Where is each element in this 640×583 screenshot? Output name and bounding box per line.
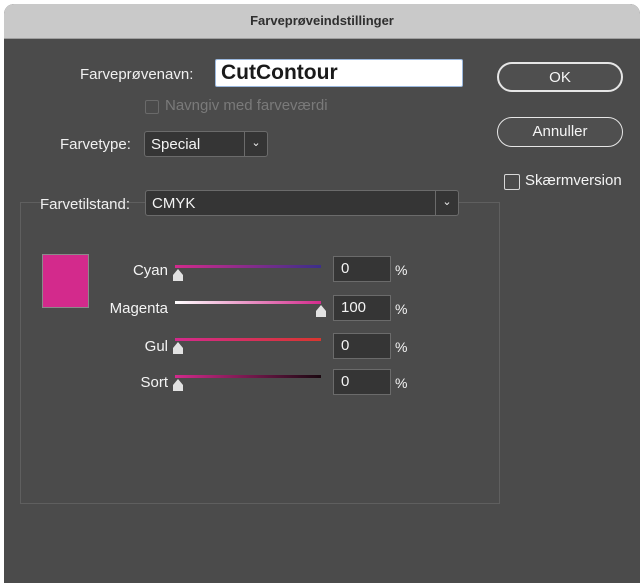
- slider-label-magenta: Magenta: [109, 300, 168, 317]
- color-mode-select[interactable]: CMYK ⌄: [145, 190, 459, 216]
- slider-label-yellow: Gul: [144, 338, 168, 355]
- color-mode-value: CMYK: [152, 195, 196, 212]
- color-type-label: Farvetype:: [60, 136, 131, 153]
- magenta-unit: %: [395, 301, 408, 317]
- cancel-button[interactable]: Annuller: [497, 117, 623, 147]
- yellow-slider-thumb[interactable]: [173, 342, 183, 354]
- name-with-value-checkbox: [145, 100, 159, 114]
- chevron-down-icon: ⌄: [435, 191, 458, 215]
- dialog-title: Farveprøveindstillinger: [250, 13, 394, 28]
- preview-checkbox[interactable]: [504, 174, 520, 190]
- chevron-down-icon: ⌄: [244, 132, 267, 156]
- cyan-slider-track[interactable]: [175, 265, 321, 268]
- magenta-slider-track[interactable]: [175, 301, 321, 304]
- black-slider-thumb[interactable]: [173, 379, 183, 391]
- color-type-select[interactable]: Special ⌄: [144, 131, 268, 157]
- black-unit: %: [395, 375, 408, 391]
- magenta-value-input[interactable]: 100: [333, 295, 391, 321]
- yellow-unit: %: [395, 339, 408, 355]
- color-mode-label: Farvetilstand:: [40, 196, 131, 213]
- slider-label-black: Sort: [140, 374, 168, 391]
- swatch-name-label: Farveprøvenavn:: [80, 66, 194, 83]
- yellow-slider-track[interactable]: [175, 338, 321, 341]
- slider-label-cyan: Cyan: [132, 262, 168, 279]
- title-bar[interactable]: Farveprøveindstillinger: [4, 4, 640, 39]
- black-value-input[interactable]: 0: [333, 369, 391, 395]
- preview-label: Skærmversion: [525, 172, 622, 189]
- cyan-value-input[interactable]: 0: [333, 256, 391, 282]
- ok-button[interactable]: OK: [497, 62, 623, 92]
- magenta-slider-thumb[interactable]: [316, 305, 326, 317]
- cyan-unit: %: [395, 262, 408, 278]
- color-type-value: Special: [151, 136, 201, 153]
- name-with-value-label: Navngiv med farveværdi: [165, 97, 328, 114]
- black-slider-track[interactable]: [175, 375, 321, 378]
- swatch-name-input[interactable]: CutContour: [215, 59, 463, 87]
- cyan-slider-thumb[interactable]: [173, 269, 183, 281]
- yellow-value-input[interactable]: 0: [333, 333, 391, 359]
